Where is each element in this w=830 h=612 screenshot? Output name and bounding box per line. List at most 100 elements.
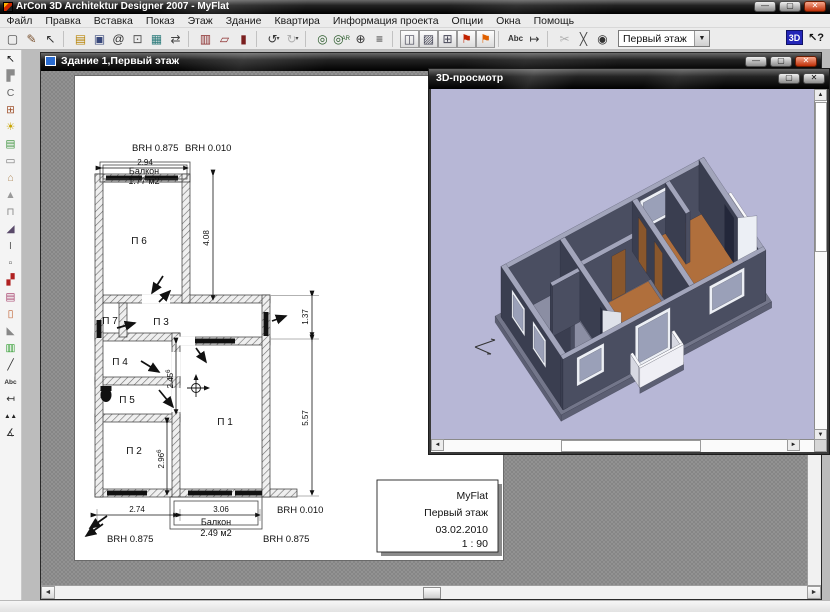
terrain-tool[interactable]: ▲: [2, 187, 20, 203]
app-close-button[interactable]: ✕: [804, 1, 826, 12]
select-project-icon[interactable]: ↖: [41, 30, 60, 48]
menu-item-1[interactable]: Файл: [0, 14, 39, 28]
plan-close-button[interactable]: ✕: [795, 56, 817, 67]
viewer-scroll-right-icon[interactable]: ►: [787, 439, 800, 451]
zoom-icon[interactable]: ◎: [313, 30, 332, 48]
menu-item-9[interactable]: Опции: [445, 14, 490, 28]
slab-tool[interactable]: ▭: [2, 153, 20, 169]
zoom-icon-glyph: ◎: [317, 32, 327, 46]
send-email-icon[interactable]: @: [109, 30, 128, 48]
text-tool[interactable]: Abc: [2, 374, 20, 390]
cut-icon[interactable]: ✂: [555, 30, 574, 48]
print-icon[interactable]: ⊡: [128, 30, 147, 48]
plan-minimize-button[interactable]: —: [745, 56, 767, 67]
beam-tool[interactable]: ⊓: [2, 204, 20, 220]
menu-item-8[interactable]: Информация проекта: [326, 14, 445, 28]
dormer-tool[interactable]: ⌂: [2, 170, 20, 186]
viewer-horizontal-scrollbar[interactable]: ◄ ►: [431, 439, 814, 452]
flag-new-toggle[interactable]: ⚑: [476, 30, 495, 48]
app-maximize-button[interactable]: ▢: [779, 1, 801, 12]
skylight-tool[interactable]: ☀: [2, 119, 20, 135]
text-label-icon-glyph: Abc: [508, 34, 523, 43]
line-tool[interactable]: ╱: [2, 357, 20, 373]
stairs-tool-glyph: ▞: [6, 274, 14, 286]
wall-tool[interactable]: ▛: [2, 68, 20, 84]
dim-274: 2.74: [129, 505, 145, 514]
save-view-icon[interactable]: ▥: [196, 30, 215, 48]
new-document-icon[interactable]: ▢: [3, 30, 22, 48]
menu-item-7[interactable]: Квартира: [268, 14, 326, 28]
balcony-bottom-label: Балкон: [201, 517, 231, 527]
project-transfer-icon[interactable]: ⇄: [166, 30, 185, 48]
undo-icon-dropdown[interactable]: ▾: [277, 35, 280, 42]
save-project-icon[interactable]: ▣: [90, 30, 109, 48]
plan-hscroll-thumb[interactable]: [423, 587, 441, 599]
dimension-icon[interactable]: ↦: [525, 30, 544, 48]
export-image-icon[interactable]: ▦: [147, 30, 166, 48]
redo-icon-dropdown[interactable]: ▾: [296, 35, 299, 42]
object-tool[interactable]: ▫: [2, 255, 20, 271]
open-project-icon[interactable]: ▤: [71, 30, 90, 48]
menu-item-4[interactable]: Показ: [139, 14, 181, 28]
plan-horizontal-scrollbar[interactable]: ◄ ►: [41, 585, 821, 599]
undo-icon[interactable]: ↺▾: [264, 30, 283, 48]
wizard-edit-icon[interactable]: ✎: [22, 30, 41, 48]
hatch-display-toggle[interactable]: ▨: [419, 30, 438, 48]
menu-item-5[interactable]: Этаж: [181, 14, 219, 28]
menu-item-3[interactable]: Вставка: [87, 14, 139, 28]
viewer-scroll-left-icon[interactable]: ◄: [431, 439, 444, 451]
chevron-down-icon[interactable]: ▼: [694, 31, 709, 46]
plan-maximize-button[interactable]: ▢: [770, 56, 792, 67]
floor-selector[interactable]: Первый этаж ▼: [618, 30, 710, 47]
column-tool[interactable]: I: [2, 238, 20, 254]
app-minimize-button[interactable]: —: [754, 1, 776, 12]
viewer-close-button[interactable]: ✕: [803, 73, 825, 84]
viewer-vertical-scrollbar[interactable]: ▲ ▼: [814, 89, 827, 441]
ramp-tool[interactable]: ◣: [2, 323, 20, 339]
flag-red-toggle[interactable]: ⚑: [457, 30, 476, 48]
scroll-right-icon[interactable]: ►: [807, 586, 821, 599]
roof-tool[interactable]: ◢: [2, 221, 20, 237]
plan-display-toggle[interactable]: ⊞: [438, 30, 457, 48]
redo-icon[interactable]: ↻▾: [283, 30, 302, 48]
catalog-icon[interactable]: ▮: [234, 30, 253, 48]
chimney-tool[interactable]: ▯: [2, 306, 20, 322]
view-3d-button[interactable]: 3D: [786, 30, 803, 45]
axes-indicator-icon: [475, 339, 495, 354]
viewer-3d-window[interactable]: 3D-просмотр ▢ ✕ ▲ ▼ ◄ ►: [428, 68, 830, 455]
viewer-scroll-up-icon[interactable]: ▲: [814, 89, 827, 101]
origin-icon[interactable]: ⊕: [351, 30, 370, 48]
origin-marker: [187, 374, 210, 397]
app-titlebar[interactable]: ArCon 3D Architektur Designer 2007 - MyF…: [0, 0, 830, 14]
viewer-titlebar[interactable]: 3D-просмотр ▢ ✕: [429, 69, 829, 89]
arrow-tool[interactable]: ▲▲: [2, 408, 20, 424]
stairs-tool[interactable]: ▞: [2, 272, 20, 288]
viewer-maximize-button[interactable]: ▢: [778, 73, 800, 84]
menu-item-10[interactable]: Окна: [490, 14, 527, 28]
viewer-hscroll-thumb[interactable]: [561, 440, 701, 452]
roof-tool-glyph: ◢: [6, 223, 14, 235]
viewer-3d-canvas[interactable]: [431, 89, 814, 441]
dimension-tool[interactable]: ↤: [2, 391, 20, 407]
text-label-icon[interactable]: Abc: [506, 30, 525, 48]
measure-tool[interactable]: ∡: [2, 425, 20, 441]
wall-display-toggle[interactable]: ◫: [400, 30, 419, 48]
curved-wall-tool[interactable]: C: [2, 85, 20, 101]
polygon-input-icon[interactable]: ▱: [215, 30, 234, 48]
grid-lines-icon[interactable]: ≡: [370, 30, 389, 48]
menu-item-6[interactable]: Здание: [219, 14, 268, 28]
pointer-tool[interactable]: ↖: [2, 51, 20, 67]
menu-item-11[interactable]: Помощь: [527, 14, 581, 28]
scroll-left-icon[interactable]: ◄: [41, 586, 55, 599]
camera-view-icon[interactable]: ◉: [593, 30, 612, 48]
window-tool[interactable]: ⊞: [2, 102, 20, 118]
fence-tool[interactable]: ▥: [2, 340, 20, 356]
project-transfer-icon-glyph: ⇄: [170, 32, 180, 46]
menu-item-2[interactable]: Правка: [39, 14, 87, 28]
zoom-text-icon[interactable]: ◎AR: [332, 30, 351, 48]
shutter-tool[interactable]: ▤: [2, 136, 20, 152]
viewer-vscroll-thumb[interactable]: [815, 102, 827, 252]
knife-icon[interactable]: ╳: [574, 30, 593, 48]
railing-tool[interactable]: ▤: [2, 289, 20, 305]
context-help-icon[interactable]: ↖?: [808, 31, 824, 44]
